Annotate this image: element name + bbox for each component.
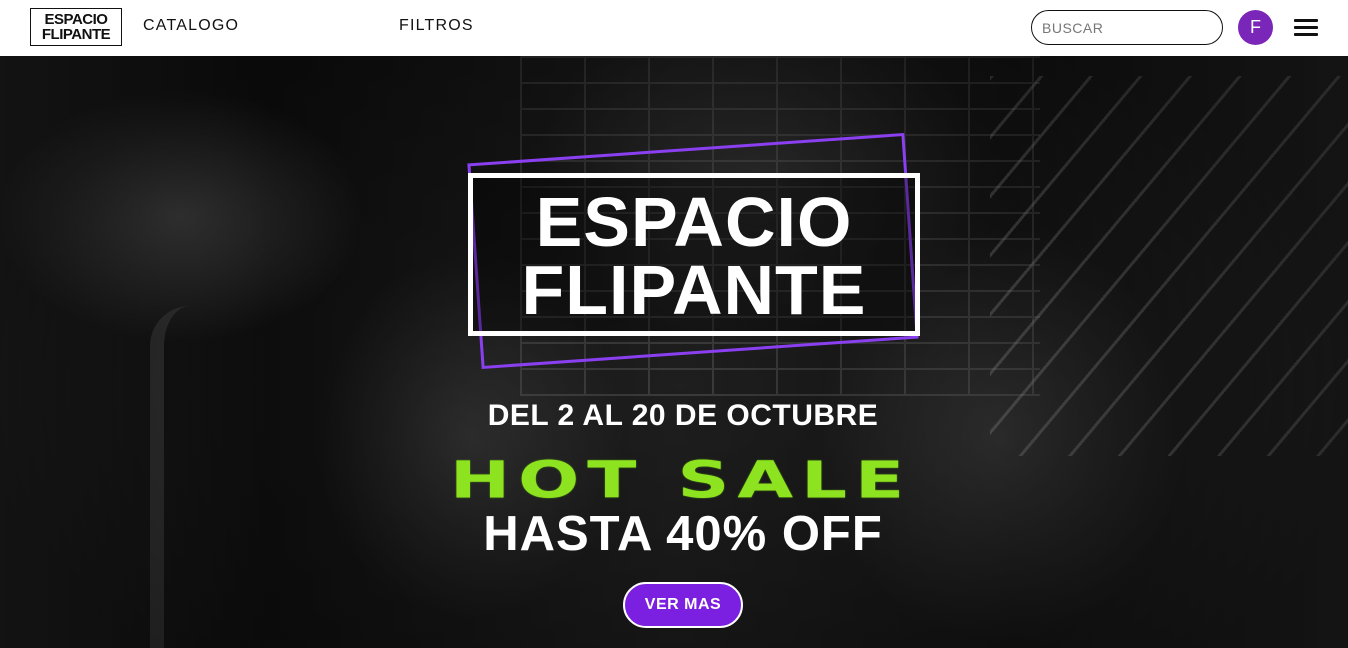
hero-brand-logo: ESPACIO FLIPANTE xyxy=(468,173,920,336)
hot-sale-title: HOT SALE xyxy=(449,450,913,510)
user-avatar[interactable]: F xyxy=(1238,10,1273,45)
menu-bar xyxy=(1294,33,1318,36)
discount-text: HASTA 40% OFF xyxy=(483,507,883,561)
hamburger-menu-icon[interactable] xyxy=(1294,17,1318,37)
hero-banner: ESPACIO FLIPANTE DEL 2 AL 20 DE OCTUBRE … xyxy=(0,56,1348,648)
hero-brand-line-1: ESPACIO xyxy=(535,183,853,261)
menu-bar xyxy=(1294,26,1318,29)
nav-link-catalogo[interactable]: CATALOGO xyxy=(143,17,239,35)
menu-bar xyxy=(1294,19,1318,22)
top-navbar: ESPACIO FLIPANTE CATALOGO FILTROS F xyxy=(0,0,1348,56)
promo-date: DEL 2 AL 20 DE OCTUBRE xyxy=(487,399,879,432)
brand-logo[interactable]: ESPACIO FLIPANTE xyxy=(30,8,122,46)
hero-brand-line-2: FLIPANTE xyxy=(521,251,867,329)
search-input[interactable] xyxy=(1031,10,1223,45)
ver-mas-button[interactable]: VER MAS xyxy=(623,582,743,628)
logo-line-2: FLIPANTE xyxy=(41,26,111,43)
logo-line-1: ESPACIO xyxy=(44,11,108,28)
nav-link-filtros[interactable]: FILTROS xyxy=(399,17,474,35)
